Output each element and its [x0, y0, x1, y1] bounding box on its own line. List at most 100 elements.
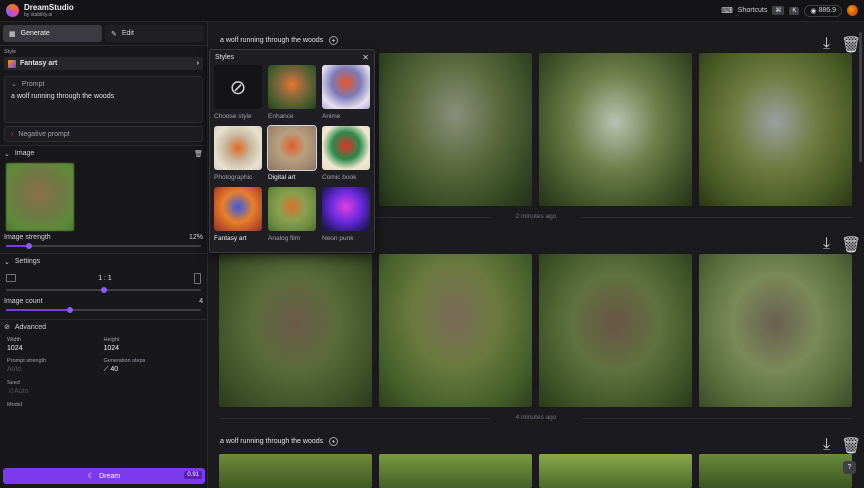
generated-image[interactable] — [699, 454, 852, 488]
dream-label: Dream — [99, 472, 121, 480]
download-icon[interactable]: ⤓ — [823, 235, 832, 252]
tab-generate[interactable]: ▦ Generate — [3, 25, 102, 42]
style-option-label: Choose style — [214, 113, 252, 120]
style-option-label: Fantasy art — [214, 235, 247, 242]
generation-steps-label: Generation steps — [103, 358, 146, 364]
credits-value: 886.9 — [818, 7, 836, 14]
style-option-label: Neon punk — [322, 235, 354, 242]
generation-steps-input[interactable]: ⟋ 40 — [104, 366, 201, 374]
image-count-slider[interactable] — [6, 307, 201, 313]
chevron-down-icon[interactable]: ⌄ — [4, 258, 10, 266]
style-option-neon-punk[interactable]: Neon punk — [322, 187, 370, 244]
style-option-label: Comic book — [322, 174, 357, 181]
image-count-knob[interactable] — [67, 307, 74, 313]
add-prompt-icon[interactable] — [329, 436, 339, 446]
chevron-down-icon[interactable]: ⌄ — [4, 150, 10, 158]
generation-timestamp: 4 minutes ago — [208, 414, 864, 421]
style-select[interactable]: Fantasy art › — [4, 57, 203, 70]
kbd-k: K — [789, 6, 800, 15]
top-bar: DreamStudio by stability.ai ⌨ Shortcuts … — [0, 0, 864, 22]
generated-image[interactable] — [379, 454, 532, 488]
edit-icon: ✎ — [111, 30, 117, 38]
trash-icon[interactable]: 🗑 — [841, 35, 861, 54]
generated-image[interactable] — [539, 254, 692, 407]
style-option-label: Digital art — [268, 174, 296, 181]
image-count-value: 4 — [199, 298, 203, 305]
help-button[interactable]: ? — [843, 461, 856, 474]
style-option-digital-art[interactable]: Digital art — [267, 125, 317, 183]
styles-popup-title: Styles — [215, 54, 235, 61]
image-strength-value: 12% — [188, 234, 203, 241]
height-input[interactable]: 1024 — [104, 345, 201, 352]
tab-edit[interactable]: ✎ Edit — [105, 25, 204, 42]
generated-image[interactable] — [539, 454, 692, 488]
brand: DreamStudio by stability.ai — [24, 3, 74, 18]
trash-icon[interactable]: 🗑 — [194, 150, 203, 158]
style-option-none[interactable]: ⊘ Choose style — [214, 65, 262, 122]
image-strength-label: Image strength — [4, 234, 51, 241]
dream-cost: 0.91 — [184, 471, 202, 479]
prompt-strength-input[interactable]: Auto — [7, 366, 104, 373]
style-value: Fantasy art — [20, 60, 58, 67]
init-image[interactable] — [6, 163, 74, 231]
shortcuts-button[interactable]: Shortcuts — [738, 7, 768, 14]
eye-off-icon: ⊘ — [4, 324, 10, 331]
dream-button[interactable]: ☾ Dream 0.91 — [3, 468, 205, 484]
add-prompt-icon[interactable] — [329, 35, 339, 45]
image-count-fill — [6, 309, 71, 311]
scrollbar[interactable] — [859, 32, 862, 162]
generated-image[interactable] — [699, 254, 852, 407]
portrait-ratio-icon[interactable] — [194, 272, 201, 284]
image-strength-knob[interactable] — [26, 243, 33, 249]
prompt-box: ⌄ Prompt a wolf running through the wood… — [4, 76, 203, 123]
style-option-photographic[interactable]: Photographic — [214, 126, 262, 183]
style-option-analog-film[interactable]: Analog film — [268, 187, 316, 244]
width-input[interactable]: 1024 — [7, 345, 104, 352]
image-section-label: Image — [14, 150, 35, 157]
style-label: Style — [4, 49, 17, 55]
dream-icon: ☾ — [87, 473, 95, 480]
image-strength-slider[interactable] — [6, 243, 201, 249]
style-option-anime[interactable]: Anime — [322, 65, 370, 122]
generated-image[interactable] — [539, 53, 692, 206]
generated-image[interactable] — [379, 53, 532, 206]
generation-header: a wolf running through the woods — [220, 33, 339, 47]
generation-header: a wolf running through the woods — [220, 434, 339, 448]
generated-image[interactable] — [699, 53, 852, 206]
prompt-input[interactable]: a wolf running through the woods — [5, 91, 202, 122]
style-option-label: Photographic — [214, 174, 253, 181]
chevron-down-icon[interactable]: ⌄ — [11, 80, 17, 88]
chevron-right-icon: › — [196, 60, 199, 67]
trash-icon[interactable]: 🗑 — [841, 436, 861, 455]
negative-prompt-box[interactable]: › Negative prompt — [4, 126, 203, 142]
settings-label: Settings — [14, 258, 41, 265]
ratio-knob[interactable] — [100, 287, 107, 293]
generation-prompt: a wolf running through the woods — [220, 36, 324, 44]
landscape-ratio-icon[interactable] — [6, 274, 16, 282]
seed-input[interactable]: ⤨ Auto — [7, 388, 104, 396]
style-option-comic-book[interactable]: Comic book — [322, 126, 370, 183]
avatar[interactable] — [847, 5, 858, 16]
style-option-enhance[interactable]: Enhance — [268, 65, 316, 122]
trash-icon[interactable]: 🗑 — [841, 235, 861, 254]
close-icon[interactable]: ✕ — [362, 53, 369, 62]
style-option-fantasy-art[interactable]: Fantasy art — [214, 187, 262, 244]
keyboard-icon: ⌨ — [721, 6, 733, 15]
ratio-value: 1 : 1 — [98, 274, 112, 282]
ratio-slider[interactable] — [6, 287, 201, 293]
seed-label: Seed — [7, 380, 20, 386]
generated-image[interactable] — [379, 254, 532, 407]
seed-value: Auto — [14, 388, 29, 395]
prompt-label: Prompt — [21, 80, 45, 88]
generated-image[interactable] — [219, 454, 372, 488]
sidebar: ▦ Generate ✎ Edit Style Fantasy art › ⌄ … — [0, 22, 208, 488]
generate-icon: ▦ — [9, 30, 16, 38]
credits-badge[interactable]: ◉ 886.9 — [804, 4, 842, 17]
negative-prompt-label: Negative prompt — [18, 130, 70, 138]
generated-image[interactable] — [219, 254, 372, 407]
advanced-toggle[interactable]: Advanced — [15, 324, 46, 331]
download-icon[interactable]: ⤓ — [823, 35, 832, 52]
image-count-label: Image count — [4, 298, 43, 305]
download-icon[interactable]: ⤓ — [823, 436, 832, 453]
style-thumb-icon — [8, 59, 16, 68]
